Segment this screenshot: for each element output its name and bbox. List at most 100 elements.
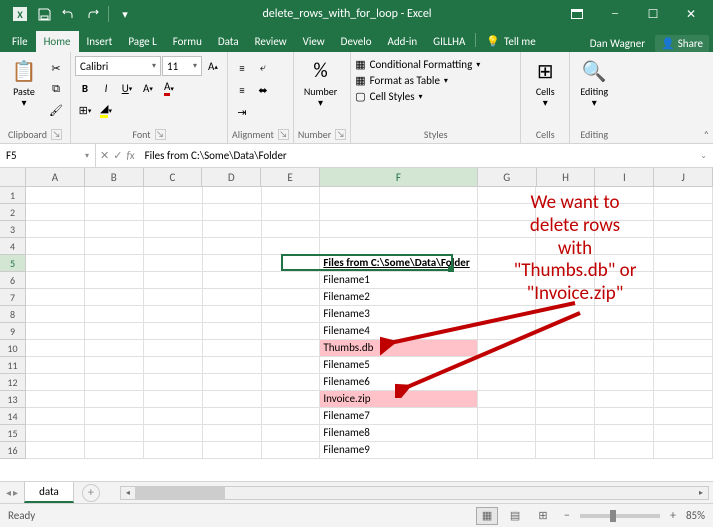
format-painter-button[interactable]: 🖌	[46, 100, 66, 120]
indent-button[interactable]: ⇥	[232, 102, 252, 122]
tab-page-layout[interactable]: Page L	[120, 31, 164, 52]
cell[interactable]	[654, 255, 713, 272]
tab-review[interactable]: Review	[247, 31, 295, 52]
border-button[interactable]: ⊞▾	[75, 100, 95, 120]
formula-input[interactable]: Files from C:\Some\Data\Folder	[139, 149, 695, 162]
cell[interactable]	[262, 442, 321, 459]
cell[interactable]	[262, 306, 321, 323]
cell[interactable]	[203, 221, 262, 238]
zoom-level[interactable]: 85%	[686, 509, 705, 522]
cell[interactable]	[654, 306, 713, 323]
cell[interactable]	[144, 289, 203, 306]
tab-developer[interactable]: Develo	[333, 31, 380, 52]
cell[interactable]	[26, 357, 85, 374]
cell[interactable]	[85, 391, 144, 408]
cell[interactable]	[85, 442, 144, 459]
cell[interactable]	[26, 238, 85, 255]
share-button[interactable]: 👤 Share	[655, 35, 709, 52]
cell[interactable]	[144, 323, 203, 340]
cell[interactable]	[144, 408, 203, 425]
cell[interactable]: Filename8	[320, 425, 477, 442]
zoom-out-button[interactable]: −	[560, 509, 574, 523]
cell[interactable]	[536, 374, 595, 391]
cell[interactable]	[654, 425, 713, 442]
cell[interactable]	[262, 374, 321, 391]
cell[interactable]	[654, 272, 713, 289]
cell[interactable]	[262, 221, 321, 238]
close-button[interactable]: ✕	[673, 2, 709, 26]
tab-formulas[interactable]: Formu	[165, 31, 210, 52]
cell[interactable]	[536, 306, 595, 323]
scroll-right-button[interactable]: ▸	[694, 487, 708, 499]
cell[interactable]	[262, 187, 321, 204]
row-header[interactable]: 5	[0, 255, 25, 272]
cell[interactable]	[478, 374, 537, 391]
cell[interactable]	[85, 323, 144, 340]
cell[interactable]	[654, 221, 713, 238]
bold-button[interactable]: B	[75, 78, 95, 98]
cell[interactable]	[26, 442, 85, 459]
cell[interactable]	[595, 408, 654, 425]
cell[interactable]	[595, 272, 654, 289]
cell[interactable]	[203, 238, 262, 255]
cell[interactable]	[478, 289, 537, 306]
cell[interactable]	[654, 357, 713, 374]
cell[interactable]	[320, 204, 477, 221]
cell[interactable]	[478, 391, 537, 408]
row-header[interactable]: 13	[0, 391, 25, 408]
cell[interactable]	[478, 238, 537, 255]
zoom-in-button[interactable]: +	[666, 509, 680, 523]
cell[interactable]	[144, 425, 203, 442]
cell[interactable]	[144, 442, 203, 459]
grow-font-button[interactable]: A▴	[203, 56, 223, 76]
cell[interactable]	[536, 238, 595, 255]
select-all-corner[interactable]	[0, 168, 26, 187]
cell[interactable]	[595, 425, 654, 442]
cell[interactable]	[595, 221, 654, 238]
cell[interactable]	[26, 323, 85, 340]
column-header[interactable]: J	[654, 168, 713, 186]
cell[interactable]	[654, 204, 713, 221]
cell[interactable]	[595, 442, 654, 459]
cell[interactable]: Thumbs.db	[320, 340, 477, 357]
paste-button[interactable]: 📋 Paste▾	[4, 54, 44, 110]
number-launcher[interactable]: ↘	[335, 129, 346, 140]
cell[interactable]	[595, 357, 654, 374]
merge-button[interactable]: ⬌	[253, 80, 273, 100]
cell[interactable]	[478, 357, 537, 374]
cell[interactable]	[85, 357, 144, 374]
cell[interactable]	[595, 255, 654, 272]
cell[interactable]	[144, 391, 203, 408]
cell[interactable]	[654, 374, 713, 391]
column-header[interactable]: H	[537, 168, 596, 186]
cell[interactable]	[26, 340, 85, 357]
cell[interactable]: Filename3	[320, 306, 477, 323]
cell[interactable]	[144, 357, 203, 374]
row-header[interactable]: 7	[0, 289, 25, 306]
cell[interactable]	[536, 340, 595, 357]
cell[interactable]	[144, 204, 203, 221]
cell[interactable]	[26, 391, 85, 408]
cell[interactable]	[595, 238, 654, 255]
row-header[interactable]: 8	[0, 306, 25, 323]
cell[interactable]	[654, 340, 713, 357]
alignment-launcher[interactable]: ↘	[278, 129, 289, 140]
cell[interactable]	[144, 238, 203, 255]
cell[interactable]	[85, 340, 144, 357]
cell[interactable]	[536, 187, 595, 204]
align-left-button[interactable]: ≡	[232, 80, 252, 100]
cell[interactable]	[536, 204, 595, 221]
cell[interactable]: Files from C:\Some\Data\Folder	[320, 255, 477, 272]
column-header[interactable]: A	[26, 168, 85, 186]
cell[interactable]	[26, 255, 85, 272]
cell[interactable]	[478, 442, 537, 459]
scroll-left-button[interactable]: ◂	[121, 487, 135, 499]
cell[interactable]	[478, 323, 537, 340]
cell[interactable]	[536, 408, 595, 425]
zoom-thumb[interactable]	[610, 510, 616, 522]
cell[interactable]	[26, 374, 85, 391]
column-header[interactable]: G	[478, 168, 537, 186]
cells-area[interactable]: Files from C:\Some\Data\FolderFilename1F…	[26, 187, 713, 481]
cell[interactable]	[203, 425, 262, 442]
cell[interactable]	[26, 272, 85, 289]
